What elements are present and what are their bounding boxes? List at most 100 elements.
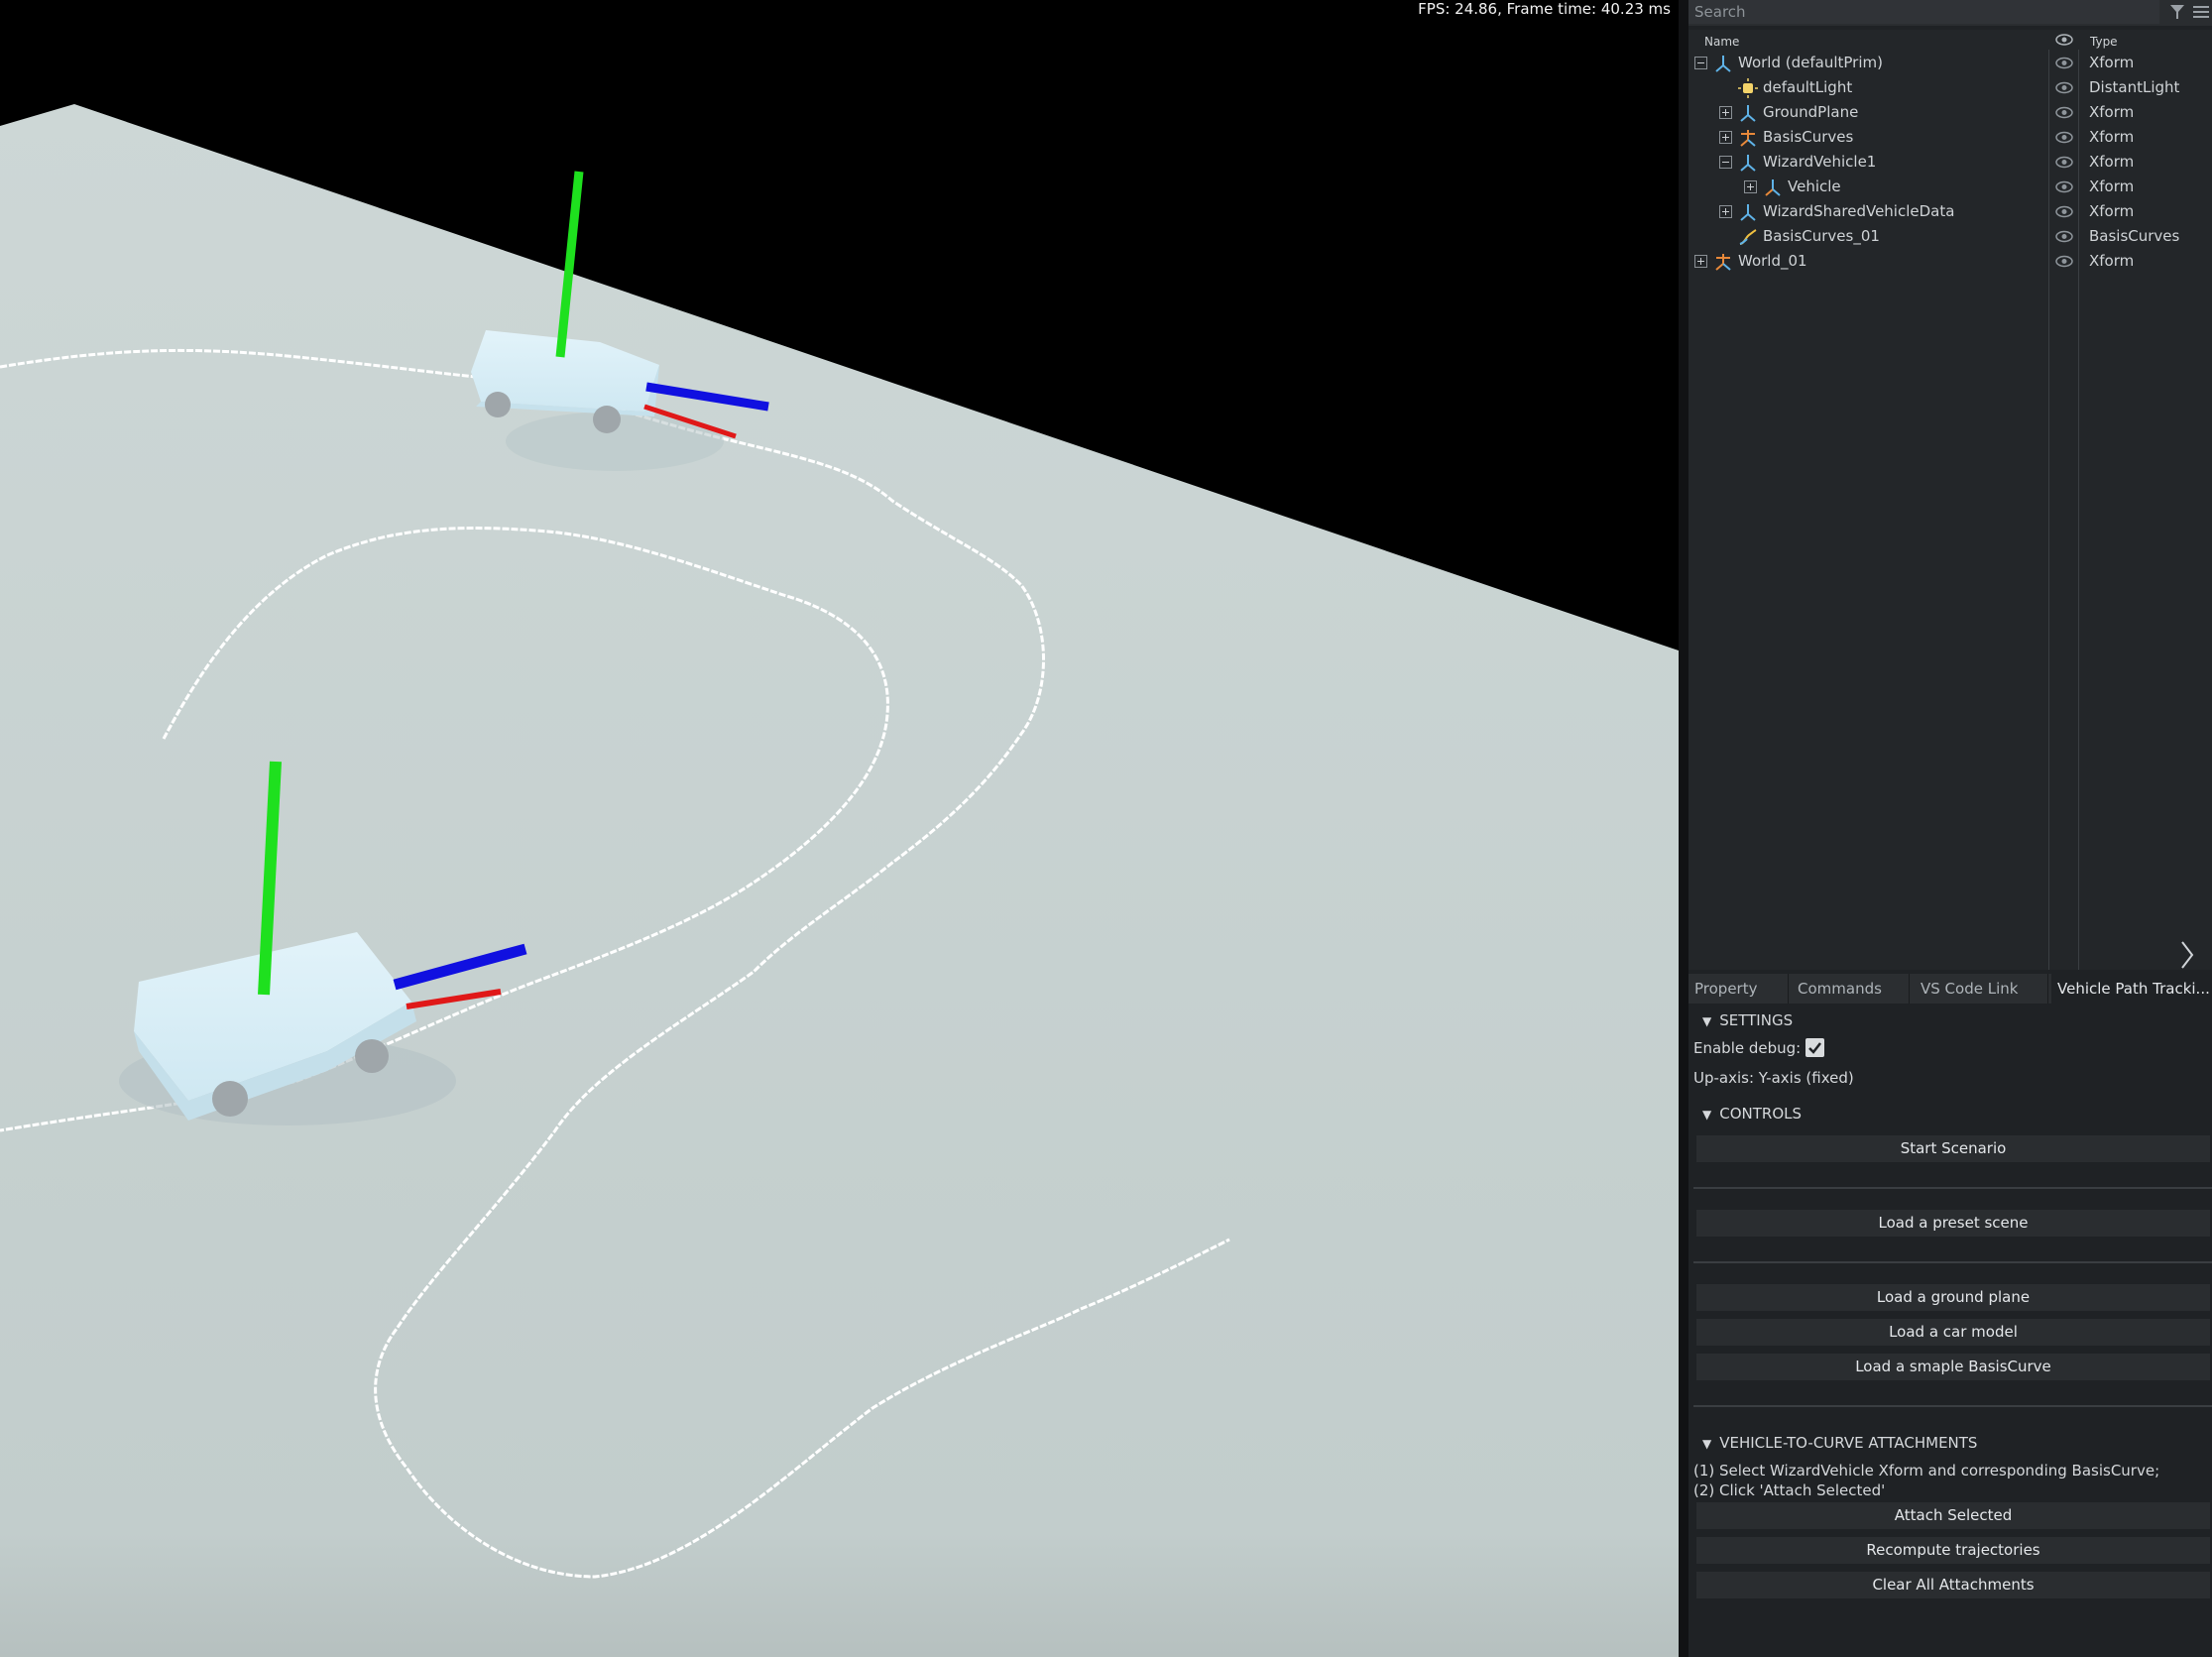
filter-icon[interactable] [2168,3,2186,21]
stage-row-type: Xform [2089,103,2135,121]
xform-icon [1740,105,1756,122]
stage-row-type: DistantLight [2089,78,2180,96]
scene-canvas[interactable] [0,0,1679,1657]
column-name-header[interactable]: Name [1704,35,1739,49]
visibility-eye-icon[interactable] [2055,156,2073,169]
load-car-model-button[interactable]: Load a car model [1696,1319,2210,1346]
visibility-eye-icon[interactable] [2055,180,2073,193]
expand-toggle-icon[interactable] [1719,106,1732,119]
checkmark-icon [1808,1042,1821,1054]
tab-vs-code-link[interactable]: VS Code Link [1915,974,2047,1004]
visibility-column-eye-icon[interactable] [2055,33,2073,47]
stage-search-input[interactable] [1688,0,2159,24]
stage-row-label: WizardSharedVehicleData [1763,202,1955,220]
panel-splitter[interactable] [1679,0,1688,1657]
xform-orange-icon [1715,254,1731,271]
stage-row-label: World_01 [1738,252,1807,270]
controls-section-title: CONTROLS [1719,1105,1803,1123]
stage-row-basiscurves-01[interactable]: BasisCurves_01 BasisCurves [1688,224,2212,249]
stage-row-label: GroundPlane [1763,103,1859,121]
panel-tabs: Property Commands VS Code Link Vehicle P… [1688,974,2212,1004]
xform-icon [1765,179,1781,196]
visibility-eye-icon[interactable] [2055,81,2073,94]
tab-property[interactable]: Property [1688,974,1788,1004]
fps-readout: FPS: 24.86, Frame time: 40.23 ms [1418,0,1671,18]
stage-row-world-01[interactable]: World_01 Xform [1688,249,2212,274]
enable-debug-checkbox[interactable] [1805,1038,1824,1057]
tab-commands[interactable]: Commands [1792,974,1909,1004]
collapse-triangle-icon: ▼ [1702,1014,1712,1028]
tab-divider [2047,974,2048,1004]
stage-row-label: World (defaultPrim) [1738,54,1883,71]
stage-row-type: Xform [2089,202,2135,220]
visibility-eye-icon[interactable] [2055,106,2073,119]
collapse-triangle-icon: ▼ [1702,1437,1712,1451]
stage-row-label: Vehicle [1788,178,1841,195]
stage-tree[interactable]: Name Type World (defaultPrim) Xform defa… [1688,30,2212,970]
stage-row-label: BasisCurves_01 [1763,227,1880,245]
load-ground-plane-button[interactable]: Load a ground plane [1696,1284,2210,1311]
enable-debug-label: Enable debug: [1693,1039,1802,1057]
collapse-toggle-icon[interactable] [1694,57,1707,69]
stage-row-defaultlight[interactable]: defaultLight DistantLight [1688,75,2212,100]
stage-row-type: Xform [2089,178,2135,195]
stage-row-type: Xform [2089,153,2135,171]
right-panel: Name Type World (defaultPrim) Xform [1688,0,2212,1657]
section-divider [1693,1405,2212,1407]
up-axis-label: Up-axis: Y-axis (fixed) [1693,1069,1854,1087]
attachments-section-title: VEHICLE-TO-CURVE ATTACHMENTS [1719,1434,1978,1452]
stage-row-label: BasisCurves [1763,128,1854,146]
tab-divider [1909,974,1910,1004]
stage-row-vehicle[interactable]: Vehicle Xform [1688,175,2212,199]
stage-tree-header: Name Type [1688,30,2212,50]
collapse-toggle-icon[interactable] [1719,156,1732,169]
attachments-section-header[interactable]: ▼ VEHICLE-TO-CURVE ATTACHMENTS [1702,1434,1977,1452]
light-icon [1738,78,1758,98]
attach-instruction-2: (2) Click 'Attach Selected' [1693,1481,1886,1499]
visibility-eye-icon[interactable] [2055,205,2073,218]
xform-icon [1715,56,1731,72]
stage-row-groundplane[interactable]: GroundPlane Xform [1688,100,2212,125]
expand-toggle-icon[interactable] [1694,255,1707,268]
stage-row-type: Xform [2089,128,2135,146]
attach-selected-button[interactable]: Attach Selected [1696,1502,2210,1529]
stage-row-world-defaultprim[interactable]: World (defaultPrim) Xform [1688,51,2212,75]
xform-icon [1740,155,1756,172]
menu-icon[interactable] [2192,4,2210,20]
chevron-right-icon[interactable] [2180,940,2194,970]
curve-icon [1739,229,1757,245]
controls-section-header[interactable]: ▼ CONTROLS [1702,1105,1802,1123]
stage-row-label: defaultLight [1763,78,1853,96]
start-scenario-button[interactable]: Start Scenario [1696,1135,2210,1162]
section-divider [1693,1187,2212,1189]
viewport[interactable]: FPS: 24.86, Frame time: 40.23 ms [0,0,1679,1657]
xform-orange-icon [1740,130,1756,147]
vehicle-path-tracking-panel: ▼ SETTINGS Enable debug: Up-axis: Y-axis … [1688,1004,2212,1657]
stage-row-wizardsharedvehicledata[interactable]: WizardSharedVehicleData Xform [1688,199,2212,224]
recompute-trajectories-button[interactable]: Recompute trajectories [1696,1537,2210,1564]
visibility-eye-icon[interactable] [2055,131,2073,144]
stage-row-type: Xform [2089,252,2135,270]
stage-row-type: BasisCurves [2089,227,2180,245]
load-preset-scene-button[interactable]: Load a preset scene [1696,1210,2210,1237]
clear-all-attachments-button[interactable]: Clear All Attachments [1696,1572,2210,1598]
attach-instruction-1: (1) Select WizardVehicle Xform and corre… [1693,1462,2160,1479]
stage-row-basiscurves[interactable]: BasisCurves Xform [1688,125,2212,150]
column-type-header[interactable]: Type [2090,35,2118,49]
stage-row-type: Xform [2089,54,2135,71]
visibility-eye-icon[interactable] [2055,255,2073,268]
collapse-triangle-icon: ▼ [1702,1108,1712,1122]
section-divider [1693,1261,2212,1263]
load-sample-basiscurve-button[interactable]: Load a smaple BasisCurve [1696,1354,2210,1380]
tab-divider [1788,974,1789,1004]
stage-row-wizardvehicle1[interactable]: WizardVehicle1 Xform [1688,150,2212,175]
settings-section-header[interactable]: ▼ SETTINGS [1702,1011,1793,1029]
ground-plane [0,104,1679,1657]
expand-toggle-icon[interactable] [1719,131,1732,144]
expand-toggle-icon[interactable] [1719,205,1732,218]
visibility-eye-icon[interactable] [2055,57,2073,69]
stage-row-label: WizardVehicle1 [1763,153,1877,171]
expand-toggle-icon[interactable] [1744,180,1757,193]
tab-vehicle-path-tracking[interactable]: Vehicle Path Tracki... [2051,974,2212,1004]
visibility-eye-icon[interactable] [2055,230,2073,243]
